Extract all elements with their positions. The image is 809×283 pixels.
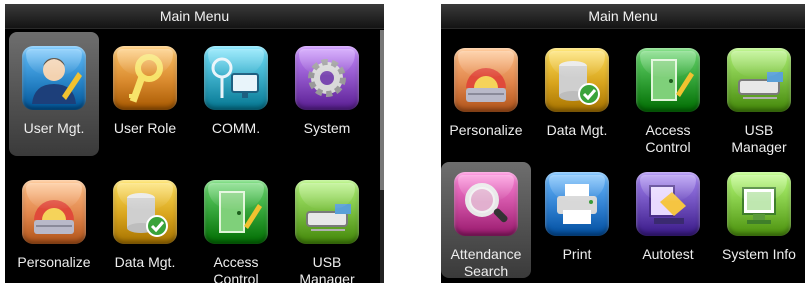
usb-icon	[727, 48, 791, 112]
gear-icon	[295, 46, 359, 110]
left-menu-grid: User Mgt. User Role COMM. System Personalize…	[5, 30, 384, 283]
menu-item-label: System	[303, 120, 351, 136]
menu-item-user-mgt[interactable]: User Mgt.	[9, 32, 99, 156]
user-icon	[22, 46, 86, 110]
menu-item-usb-manager[interactable]: USB Manager	[714, 38, 804, 155]
info-icon	[727, 172, 791, 236]
menu-item-label: Access Control	[213, 254, 259, 283]
menu-item-usb-manager[interactable]: USB Manager	[282, 166, 372, 283]
color-wheel-icon	[22, 180, 86, 244]
color-wheel-icon	[454, 48, 518, 112]
menu-item-label: Attendance Search	[450, 246, 522, 279]
menu-item-label: Autotest	[642, 246, 694, 262]
menu-item-label: USB Manager	[731, 122, 787, 155]
magnifier-icon	[454, 172, 518, 236]
key-icon	[113, 46, 177, 110]
printer-icon	[545, 172, 609, 236]
network-icon	[204, 46, 268, 110]
left-screen: Main Menu User Mgt. User Role COMM. System P…	[5, 4, 384, 283]
door-icon	[636, 48, 700, 112]
menu-item-data-mgt[interactable]: Data Mgt.	[100, 166, 190, 283]
menu-item-label: Print	[562, 246, 592, 262]
menu-item-label: Data Mgt.	[546, 122, 608, 138]
menu-item-system-info[interactable]: System Info	[714, 162, 804, 278]
left-title-bar: Main Menu	[5, 4, 384, 29]
menu-item-label: USB Manager	[299, 254, 355, 283]
menu-item-personalize[interactable]: Personalize	[441, 38, 531, 154]
autotest-icon	[636, 172, 700, 236]
menu-item-comm[interactable]: COMM.	[191, 32, 281, 156]
right-title-bar: Main Menu	[441, 4, 805, 29]
menu-item-label: Access Control	[645, 122, 691, 155]
menu-item-autotest[interactable]: Autotest	[623, 162, 713, 278]
database-icon	[545, 48, 609, 112]
door-icon	[204, 180, 268, 244]
menu-item-print[interactable]: Print	[532, 162, 622, 278]
menu-item-personalize[interactable]: Personalize	[9, 166, 99, 283]
menu-item-label: Personalize	[17, 254, 91, 270]
menu-item-system[interactable]: System	[282, 32, 372, 156]
menu-item-user-role[interactable]: User Role	[100, 32, 190, 156]
usb-icon	[295, 180, 359, 244]
right-menu-grid: Personalize Data Mgt. Access Control USB Ma…	[441, 30, 805, 283]
menu-item-label: COMM.	[211, 120, 261, 136]
menu-item-label: Personalize	[449, 122, 523, 138]
right-screen: Main Menu Personalize Data Mgt. Access Con…	[441, 4, 805, 283]
menu-item-access-control[interactable]: Access Control	[191, 166, 281, 283]
menu-item-label: System Info	[722, 246, 796, 262]
menu-item-attendance-search[interactable]: Attendance Search	[441, 162, 531, 279]
menu-item-access-control[interactable]: Access Control	[623, 38, 713, 155]
menu-item-data-mgt[interactable]: Data Mgt.	[532, 38, 622, 154]
menu-item-label: User Role	[113, 120, 177, 136]
menu-item-label: User Mgt.	[23, 120, 85, 136]
database-icon	[113, 180, 177, 244]
menu-item-label: Data Mgt.	[114, 254, 176, 270]
